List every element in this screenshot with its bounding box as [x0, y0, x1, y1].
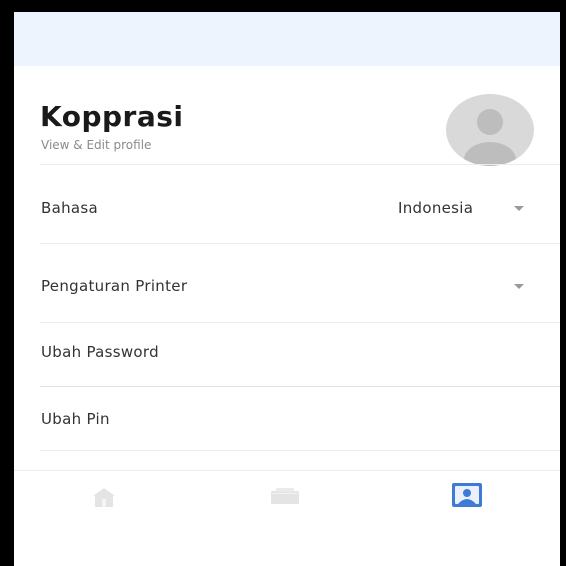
language-label: Bahasa: [41, 199, 98, 217]
change-password-row[interactable]: Ubah Password: [14, 323, 560, 386]
profile-name: Kopprasi: [40, 100, 184, 133]
chevron-down-icon[interactable]: [514, 206, 524, 211]
app-screen: Kopprasi View & Edit profile Bahasa Indo…: [14, 12, 560, 566]
top-bar: [14, 12, 560, 66]
change-password-label: Ubah Password: [41, 343, 159, 361]
language-dropdown-value[interactable]: Indonesia: [398, 199, 473, 217]
home-icon[interactable]: [92, 487, 116, 511]
avatar[interactable]: [446, 94, 534, 166]
change-pin-row[interactable]: Ubah Pin: [14, 387, 560, 450]
chevron-down-icon[interactable]: [514, 284, 524, 289]
wallet-icon[interactable]: [270, 488, 300, 508]
user-avatar-icon: [464, 109, 516, 166]
printer-setting-row[interactable]: Pengaturan Printer: [14, 244, 560, 322]
language-setting-row[interactable]: Bahasa Indonesia: [14, 165, 560, 243]
printer-label: Pengaturan Printer: [41, 277, 188, 295]
bottom-navigation: [14, 470, 560, 566]
change-pin-label: Ubah Pin: [41, 410, 110, 428]
divider: [40, 450, 560, 451]
profile-icon[interactable]: [452, 483, 482, 511]
view-edit-profile-link[interactable]: View & Edit profile: [41, 138, 151, 152]
profile-header[interactable]: Kopprasi View & Edit profile: [14, 66, 560, 166]
